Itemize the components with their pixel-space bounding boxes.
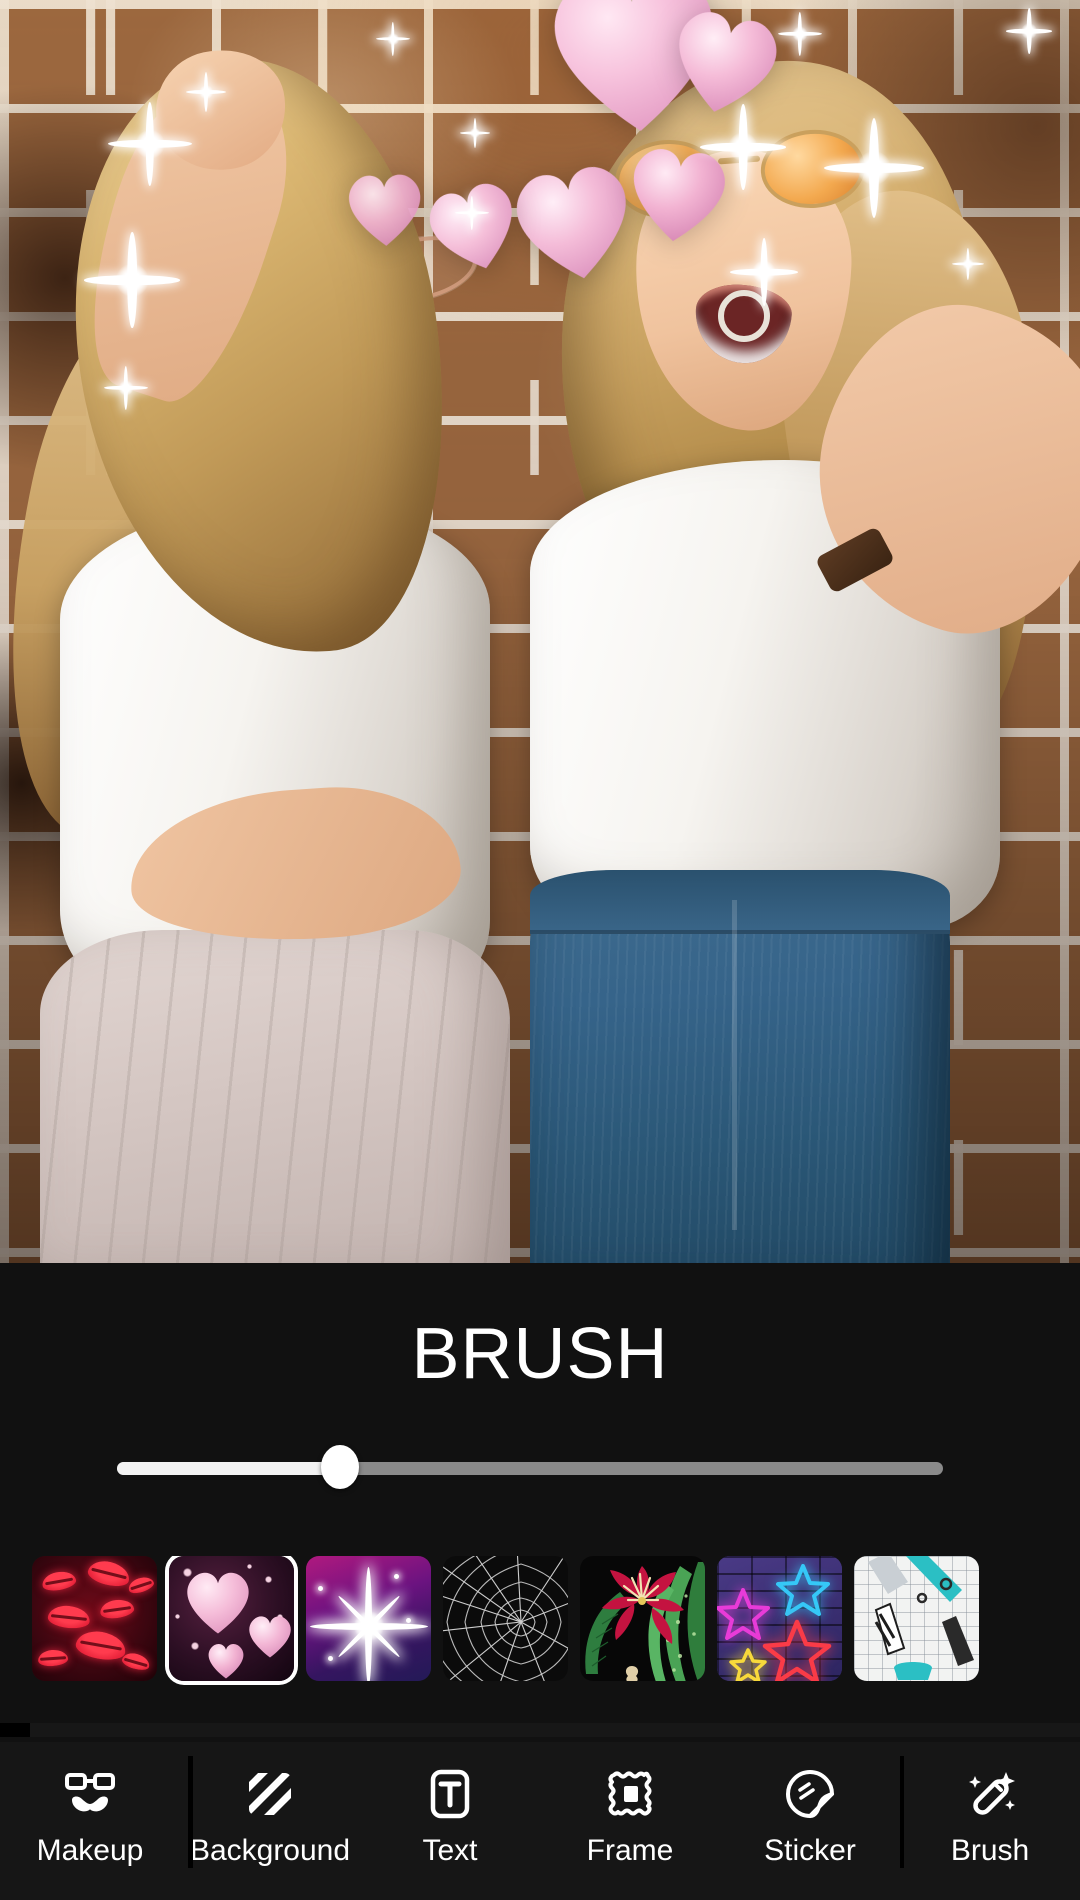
thumbnail-scrollbar[interactable] <box>0 1723 1080 1737</box>
school-supplies-icon <box>854 1556 979 1681</box>
hearts-pattern-icon <box>169 1556 294 1681</box>
frame-icon <box>602 1766 658 1822</box>
nav-label: Sticker <box>764 1834 856 1867</box>
thumb-school[interactable] <box>854 1556 979 1681</box>
jeans-fly-seam <box>731 900 737 1230</box>
nav-label: Brush <box>950 1834 1030 1867</box>
glasses-mustache-icon <box>62 1766 118 1822</box>
nav-item-brush[interactable]: Brush <box>900 1742 1080 1900</box>
jeans-waistband <box>530 870 950 934</box>
lips-pattern-icon <box>32 1556 157 1681</box>
thumb-flower[interactable] <box>580 1556 705 1681</box>
nav-item-frame[interactable]: Frame <box>540 1742 720 1900</box>
flower-plant-icon <box>580 1556 705 1681</box>
nav-label: Makeup <box>36 1834 144 1867</box>
nav-item-text[interactable]: Text <box>360 1742 540 1900</box>
nav-label: Background <box>189 1834 351 1867</box>
person-left <box>0 30 580 1263</box>
sunglass-lens-left <box>612 136 722 222</box>
app-root: BRUSH Makeup Background Text Frame Stick… <box>0 0 1080 1900</box>
nav-item-background[interactable]: Background <box>180 1742 360 1900</box>
nav-item-makeup[interactable]: Makeup <box>0 1742 180 1900</box>
thumb-sparkle[interactable] <box>306 1556 431 1681</box>
thumb-lips[interactable] <box>32 1556 157 1681</box>
slider-thumb[interactable] <box>321 1445 360 1489</box>
neon-stars-icon <box>717 1556 842 1681</box>
brush-thumbnail-strip[interactable] <box>0 1556 1080 1716</box>
spiderweb-icon <box>443 1556 568 1681</box>
bottom-toolbar: Makeup Background Text Frame Sticker Bru… <box>0 1742 1080 1900</box>
right-hoop-earring <box>718 290 770 342</box>
sunglass-lens-right <box>758 126 868 212</box>
text-box-icon <box>422 1766 478 1822</box>
nav-label: Frame <box>586 1834 674 1867</box>
nav-label: Text <box>422 1834 478 1867</box>
magic-wand-icon <box>962 1766 1018 1822</box>
brush-size-slider[interactable] <box>117 1445 943 1489</box>
slider-fill <box>117 1462 341 1475</box>
person-right <box>520 40 1080 1263</box>
sunglass-bridge <box>717 155 761 165</box>
thumb-hearts[interactable] <box>169 1556 294 1681</box>
scrollbar-thumb[interactable] <box>0 1723 30 1737</box>
page-title: BRUSH <box>411 1314 669 1394</box>
right-blue-jeans <box>530 870 950 1263</box>
nav-active-divider <box>188 1756 193 1868</box>
sparkle-burst-icon <box>306 1556 431 1681</box>
photo-canvas[interactable] <box>0 0 1080 1263</box>
nav-item-sticker[interactable]: Sticker <box>720 1742 900 1900</box>
sticker-peel-icon <box>782 1766 838 1822</box>
thumb-neon-stars[interactable] <box>717 1556 842 1681</box>
thumb-spiderweb[interactable] <box>443 1556 568 1681</box>
diagonal-stripes-icon <box>242 1766 298 1822</box>
left-skirt <box>40 930 510 1263</box>
